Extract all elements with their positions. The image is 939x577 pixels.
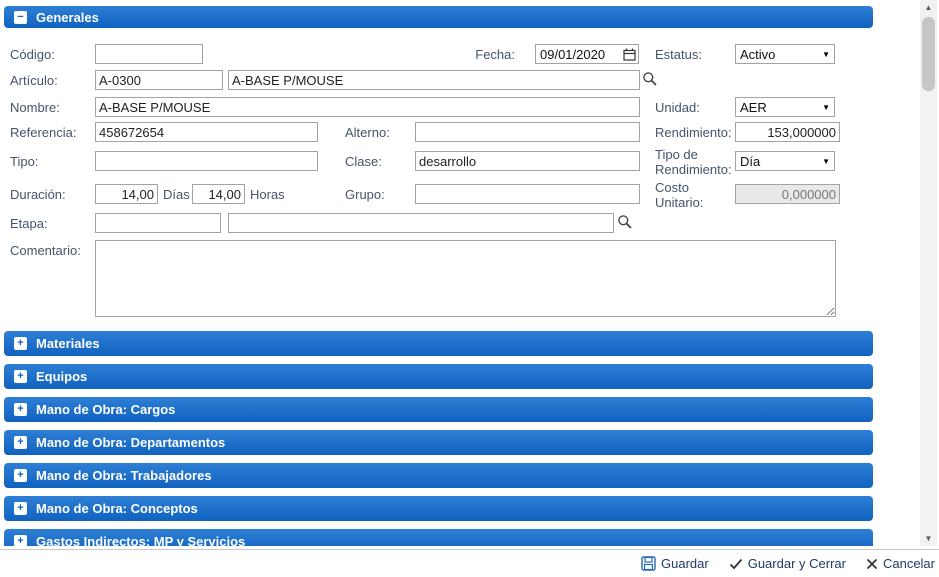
alterno-input[interactable]	[415, 122, 640, 142]
section-header-mano-obra-cargos[interactable]: + Mano de Obra: Cargos	[4, 397, 873, 422]
section-title: Mano de Obra: Cargos	[36, 402, 176, 417]
etapa-desc-input[interactable]	[228, 213, 614, 233]
costo-unitario-label: Costo Unitario:	[655, 180, 704, 210]
expand-icon[interactable]: +	[14, 337, 27, 350]
save-icon	[641, 556, 656, 571]
collapse-icon[interactable]: −	[14, 10, 27, 24]
section-title: Mano de Obra: Departamentos	[36, 435, 226, 450]
estatus-select[interactable]: Activo ▼	[735, 44, 835, 64]
section-header-mano-obra-trabajadores[interactable]: + Mano de Obra: Trabajadores	[4, 463, 873, 488]
cancel-label: Cancelar	[882, 556, 935, 571]
section-header-mano-obra-conceptos[interactable]: + Mano de Obra: Conceptos	[4, 496, 873, 521]
expand-icon[interactable]: +	[14, 502, 27, 515]
form-scroll-area: − Generales Código: Fecha: 09/01/2020 Es…	[0, 0, 908, 546]
search-icon[interactable]	[617, 214, 633, 230]
footer-toolbar: Guardar Guardar y Cerrar Cancelar	[0, 550, 935, 577]
save-and-close-label: Guardar y Cerrar	[747, 556, 846, 571]
section-title: Generales	[36, 9, 99, 25]
unidad-label: Unidad:	[655, 100, 700, 115]
expand-icon[interactable]: +	[14, 370, 27, 383]
rendimiento-input[interactable]	[735, 122, 840, 142]
section-header-gastos-indirectos[interactable]: + Gastos Indirectos: MP y Servicios	[4, 529, 873, 546]
comentario-textarea[interactable]	[95, 240, 836, 317]
referencia-input[interactable]	[95, 122, 318, 142]
nombre-input[interactable]	[95, 97, 640, 117]
tipo-rendimiento-select[interactable]: Día ▼	[735, 151, 835, 171]
etapa-label: Etapa:	[10, 216, 48, 231]
product-form-window: − Generales Código: Fecha: 09/01/2020 Es…	[0, 0, 939, 577]
section-title: Mano de Obra: Conceptos	[36, 501, 198, 516]
grupo-label: Grupo:	[345, 187, 385, 202]
close-icon	[866, 558, 878, 569]
section-title: Mano de Obra: Trabajadores	[36, 468, 212, 483]
grupo-input[interactable]	[415, 184, 640, 204]
clase-input[interactable]	[415, 151, 640, 171]
duracion-dias-input[interactable]	[95, 184, 158, 204]
nombre-label: Nombre:	[10, 100, 60, 115]
dias-label: Días	[163, 187, 190, 202]
codigo-input[interactable]	[95, 44, 203, 64]
section-title: Equipos	[36, 369, 88, 384]
expand-icon[interactable]: +	[14, 469, 27, 482]
etapa-code-input[interactable]	[95, 213, 221, 233]
estatus-label: Estatus:	[655, 47, 702, 62]
horas-label: Horas	[250, 187, 285, 202]
save-label: Guardar	[661, 556, 709, 571]
section-title: Materiales	[36, 336, 100, 351]
scroll-up-icon[interactable]: ▲	[920, 0, 937, 15]
scrollbar-thumb[interactable]	[922, 17, 935, 91]
tipo-rendimiento-value: Día	[740, 153, 761, 169]
tipo-rendimiento-label: Tipo de Rendimiento:	[655, 147, 732, 177]
calendar-icon[interactable]	[623, 48, 636, 61]
section-header-generales[interactable]: − Generales	[4, 6, 873, 28]
vertical-scrollbar[interactable]: ▲ ▼	[920, 0, 937, 546]
section-header-equipos[interactable]: + Equipos	[4, 364, 873, 389]
clase-label: Clase:	[345, 154, 382, 169]
expand-icon[interactable]: +	[14, 535, 27, 546]
codigo-label: Código:	[10, 47, 55, 62]
unidad-select[interactable]: AER ▼	[735, 97, 835, 117]
articulo-code-input[interactable]	[95, 70, 223, 90]
estatus-value: Activo	[740, 46, 776, 62]
duracion-horas-input[interactable]	[192, 184, 245, 204]
expand-icon[interactable]: +	[14, 436, 27, 449]
articulo-label: Artículo:	[10, 73, 58, 88]
fecha-input[interactable]: 09/01/2020	[535, 44, 639, 64]
chevron-down-icon: ▼	[822, 156, 830, 166]
alterno-label: Alterno:	[345, 125, 390, 140]
cancel-button[interactable]: Cancelar	[866, 556, 935, 571]
comentario-label: Comentario:	[10, 243, 81, 258]
fecha-label: Fecha:	[475, 47, 515, 62]
save-button[interactable]: Guardar	[641, 556, 709, 571]
unidad-value: AER	[740, 99, 767, 115]
expand-icon[interactable]: +	[14, 403, 27, 416]
tipo-label: Tipo:	[10, 154, 39, 169]
scroll-down-icon[interactable]: ▼	[920, 531, 937, 546]
save-and-close-button[interactable]: Guardar y Cerrar	[729, 556, 846, 571]
articulo-desc-input[interactable]	[228, 70, 640, 90]
fecha-value: 09/01/2020	[540, 46, 606, 62]
costo-unitario-input	[735, 184, 840, 204]
section-header-materiales[interactable]: + Materiales	[4, 331, 873, 356]
chevron-down-icon: ▼	[822, 49, 830, 59]
section-title: Gastos Indirectos: MP y Servicios	[36, 534, 246, 546]
section-header-mano-obra-departamentos[interactable]: + Mano de Obra: Departamentos	[4, 430, 873, 455]
tipo-input[interactable]	[95, 151, 318, 171]
duracion-label: Duración:	[10, 187, 66, 202]
chevron-down-icon: ▼	[822, 102, 830, 112]
rendimiento-label: Rendimiento:	[655, 125, 732, 140]
check-icon	[729, 558, 742, 569]
referencia-label: Referencia:	[10, 125, 77, 140]
search-icon[interactable]	[642, 71, 658, 87]
